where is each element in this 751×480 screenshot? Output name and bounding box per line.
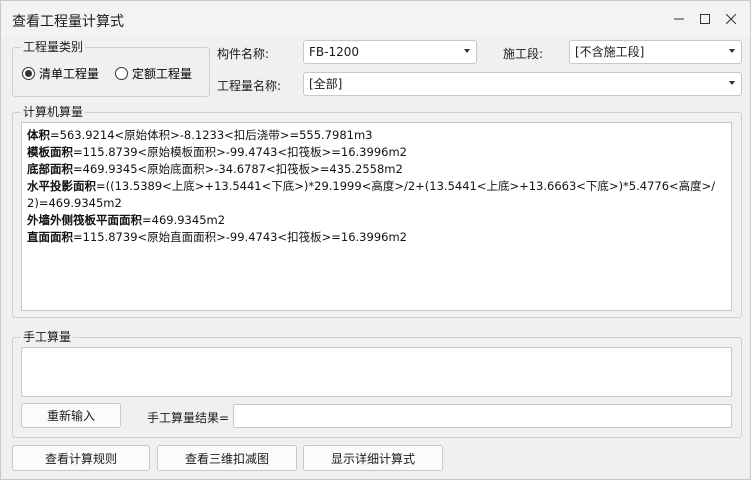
calc-line-name: 水平投影面积 [27, 179, 96, 193]
radio-bill-quantity-label: 清单工程量 [39, 67, 100, 81]
window-title: 查看工程量计算式 [12, 14, 124, 30]
calc-line: 底部面积=469.9345<原始底面积>-34.6787<扣筏板>=435.25… [27, 161, 726, 178]
view-rules-button[interactable]: 查看计算规则 [12, 445, 150, 471]
calc-line-expression: =((13.5389<上底>+13.5441<下底>)*29.1999<高度>/… [27, 179, 716, 210]
minimize-icon[interactable] [665, 7, 693, 31]
component-name-value: FB-1200 [309, 45, 360, 59]
calc-line-name: 外墙外侧筏板平面面积 [27, 213, 142, 227]
manual-calc-textarea[interactable] [21, 347, 732, 397]
chevron-down-icon [729, 81, 735, 85]
construction-stage-label: 施工段: [503, 47, 544, 61]
quantity-type-label: 工程量类别 [21, 40, 86, 54]
calc-line: 外墙外侧筏板平面面积=469.9345m2 [27, 212, 726, 229]
radio-bill-quantity[interactable]: 清单工程量 [22, 65, 99, 82]
close-icon[interactable] [717, 7, 745, 31]
manual-calc-label: 手工算量 [21, 330, 74, 344]
construction-stage-value: [不含施工段] [575, 45, 645, 59]
maximize-icon[interactable] [691, 7, 719, 31]
calc-line-name: 直面面积 [27, 230, 73, 244]
radio-circle-icon [115, 67, 128, 80]
calc-line-expression: =563.9214<原始体积>-8.1233<扣后浇带>=555.7981m3 [50, 128, 373, 142]
radio-quota-quantity-label: 定额工程量 [132, 67, 193, 81]
calc-line-expression: =469.9345m2 [142, 213, 226, 227]
computer-calc-label: 计算机算量 [21, 105, 86, 119]
calc-line: 模板面积=115.8739<原始模板面积>-99.4743<扣筏板>=16.39… [27, 144, 726, 161]
manual-result-input[interactable] [233, 404, 732, 428]
show-detail-formula-button[interactable]: 显示详细计算式 [303, 445, 443, 471]
calc-line: 直面面积=115.8739<原始直面面积>-99.4743<扣筏板>=16.39… [27, 229, 726, 246]
calc-line: 水平投影面积=((13.5389<上底>+13.5441<下底>)*29.199… [27, 178, 726, 212]
calc-line-name: 底部面积 [27, 162, 73, 176]
calc-line-name: 模板面积 [27, 145, 73, 159]
radio-circle-icon [22, 67, 35, 80]
quantity-name-value: [全部] [309, 77, 343, 91]
view-3d-deduction-button[interactable]: 查看三维扣减图 [157, 445, 297, 471]
calc-line-expression: =469.9345<原始底面积>-34.6787<扣筏板>=435.2558m2 [73, 162, 403, 176]
chevron-down-icon [464, 49, 470, 53]
calc-line-name: 体积 [27, 128, 50, 142]
quantity-name-select[interactable]: [全部] [303, 72, 742, 96]
computer-calc-textarea[interactable]: 体积=563.9214<原始体积>-8.1233<扣后浇带>=555.7981m… [21, 122, 732, 311]
calc-line: 体积=563.9214<原始体积>-8.1233<扣后浇带>=555.7981m… [27, 127, 726, 144]
calc-line-expression: =115.8739<原始直面面积>-99.4743<扣筏板>=16.3996m2 [73, 230, 407, 244]
quantity-name-label: 工程量名称: [217, 79, 282, 93]
chevron-down-icon [729, 49, 735, 53]
reenter-button[interactable]: 重新输入 [21, 403, 121, 428]
component-name-select[interactable]: FB-1200 [303, 40, 477, 64]
calc-line-expression: =115.8739<原始模板面积>-99.4743<扣筏板>=16.3996m2 [73, 145, 407, 159]
component-name-label: 构件名称: [217, 47, 270, 61]
title-bar: 查看工程量计算式 [1, 1, 750, 37]
dialog-window: 查看工程量计算式 工程量类别 清单工程量 定额工程量 构件名称: FB-1200… [0, 0, 751, 480]
construction-stage-select[interactable]: [不含施工段] [569, 40, 742, 64]
manual-result-label: 手工算量结果= [147, 411, 230, 425]
radio-quota-quantity[interactable]: 定额工程量 [115, 65, 192, 82]
